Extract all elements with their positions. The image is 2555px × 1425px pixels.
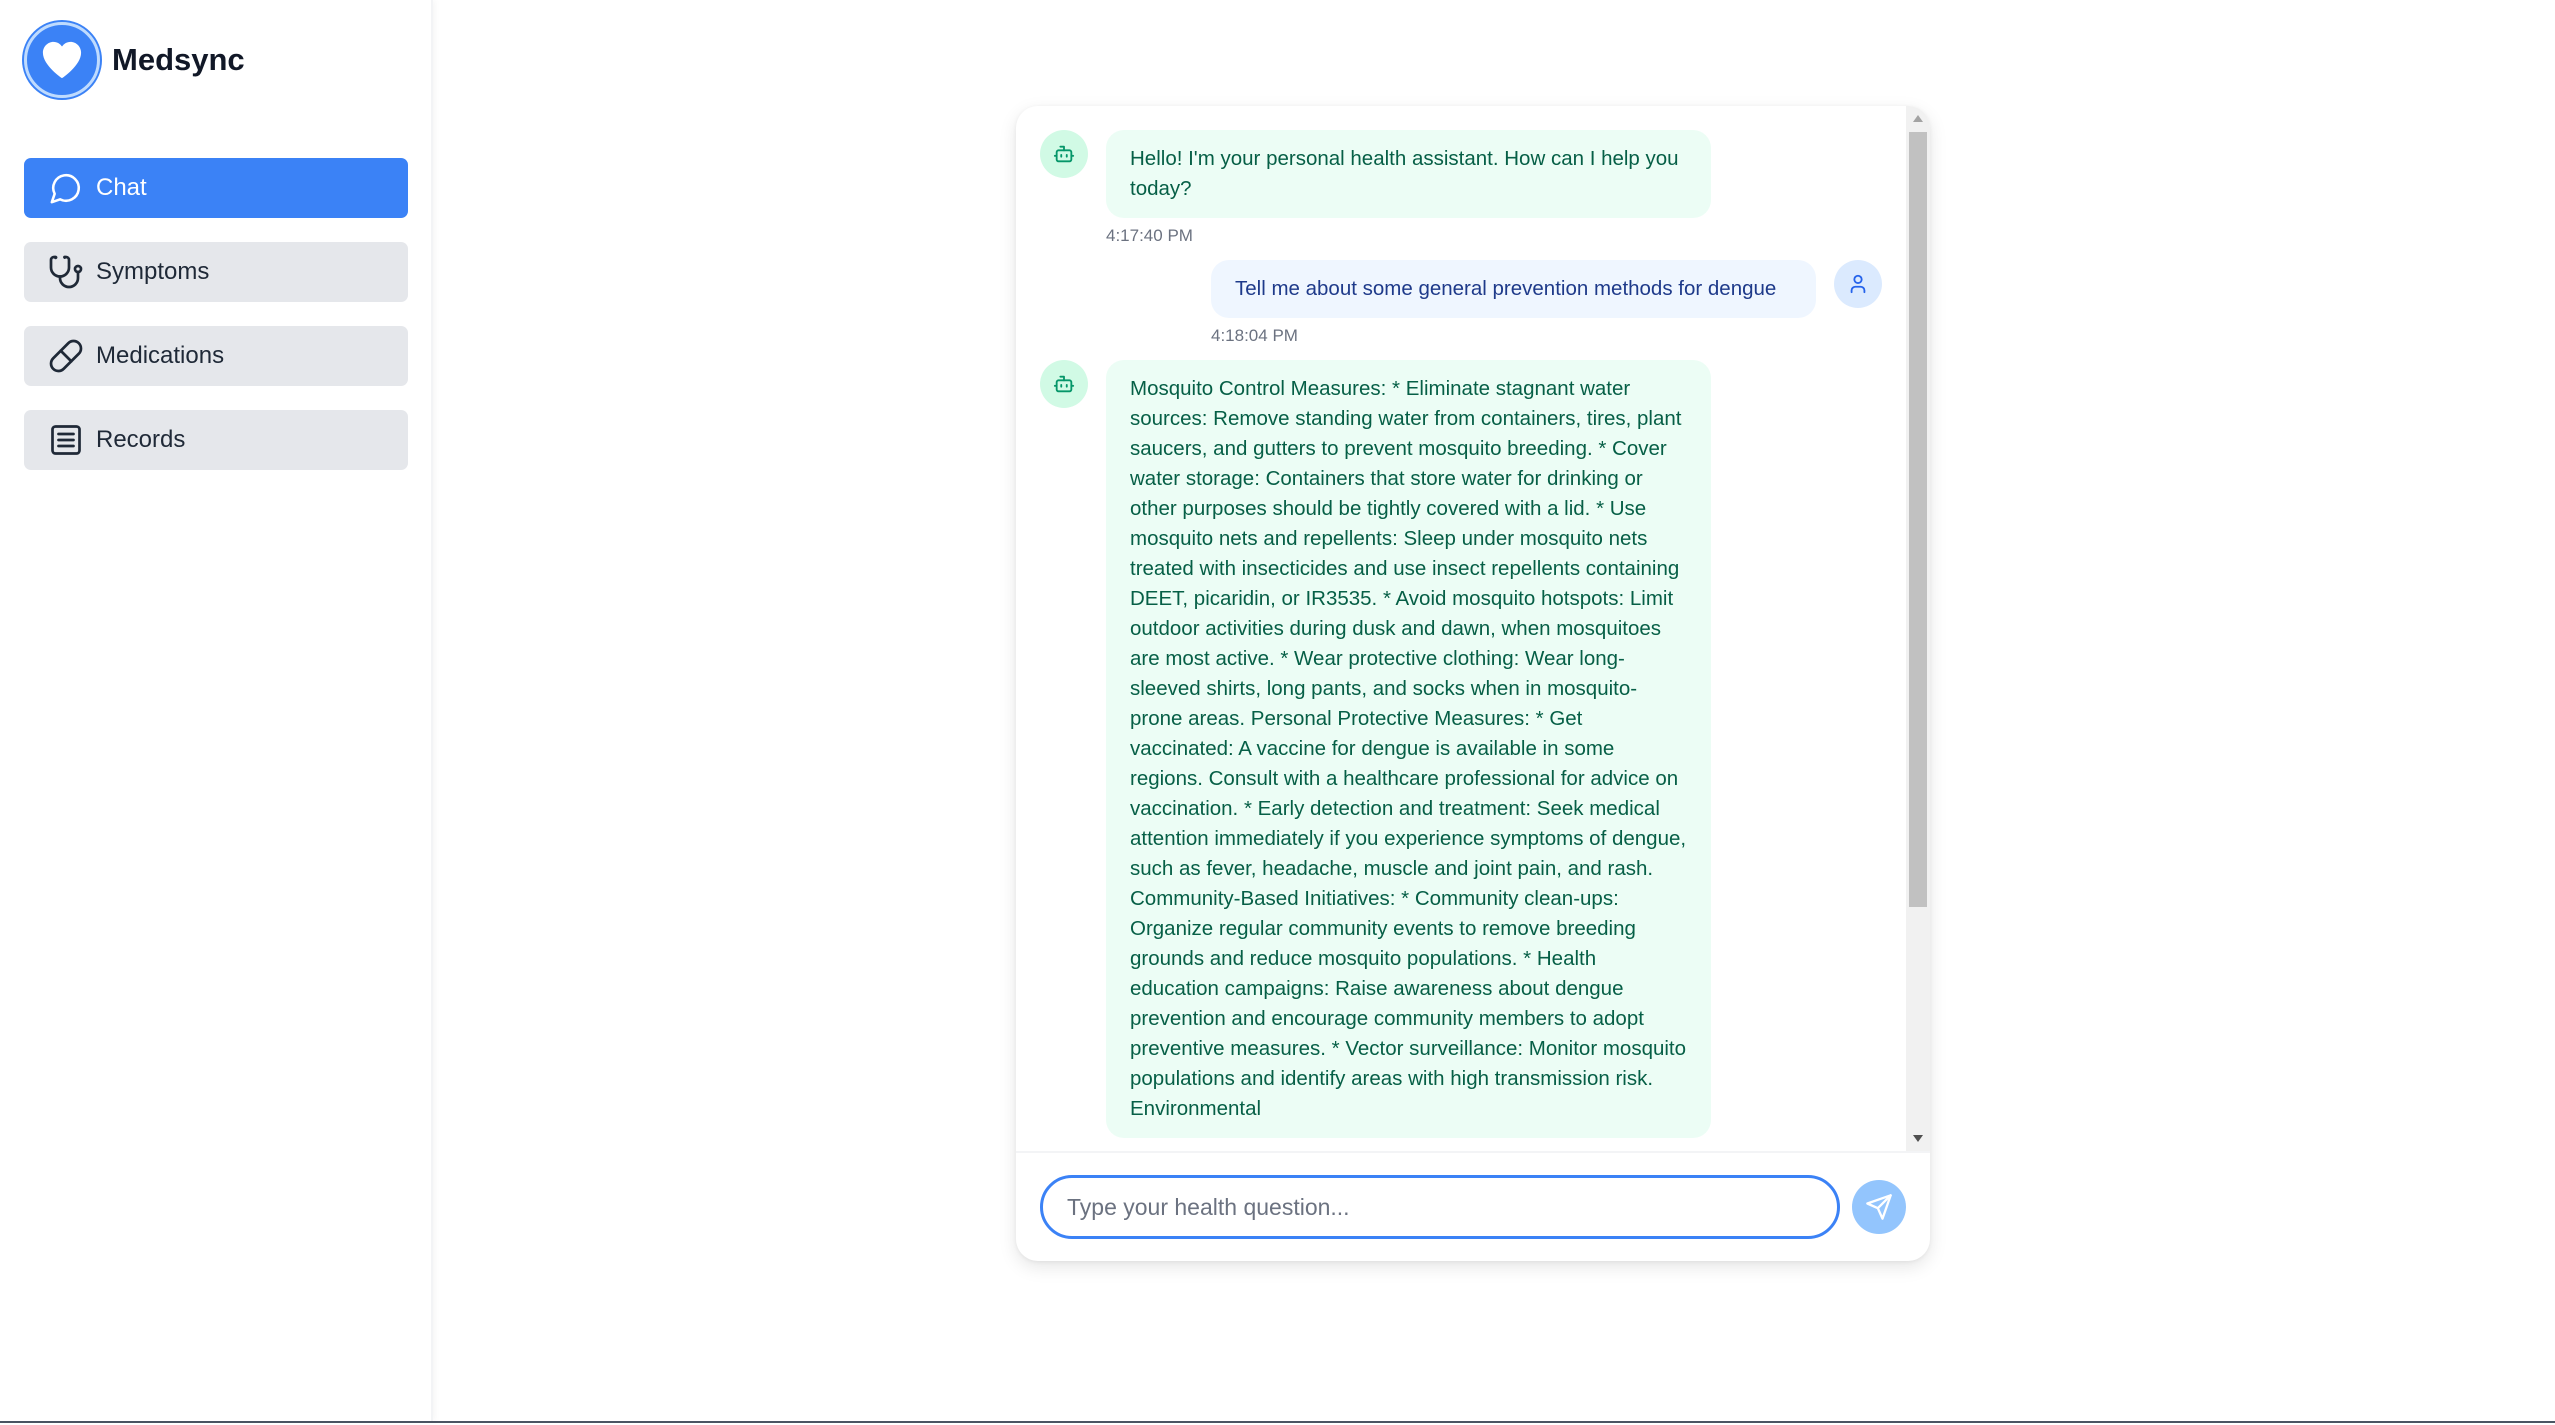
pill-icon	[48, 338, 84, 374]
sidebar-item-label: Chat	[96, 174, 147, 201]
message-list-scrollbar[interactable]	[1906, 106, 1930, 1151]
bot-icon	[1040, 130, 1088, 178]
message-circle-icon	[48, 170, 84, 206]
sidebar-item-label: Symptoms	[96, 258, 210, 285]
sidebar-item-label: Records	[96, 426, 186, 453]
send-button[interactable]	[1852, 1180, 1906, 1234]
user-icon	[1834, 260, 1882, 308]
main-content: Hello! I'm your personal health assistan…	[433, 0, 2555, 1421]
brand: Medsync	[24, 22, 407, 98]
bot-message-bubble: Mosquito Control Measures: * Eliminate s…	[1106, 360, 1711, 1138]
app-root: Medsync Chat Symptoms Medications Record…	[0, 0, 2555, 1423]
sidebar-item-records[interactable]: Records	[24, 410, 408, 470]
chat-input-bar	[1016, 1151, 1930, 1261]
sidebar: Medsync Chat Symptoms Medications Record…	[0, 0, 433, 1421]
message-content: Hello! I'm your personal health assistan…	[1106, 130, 1711, 246]
scrollbar-thumb[interactable]	[1909, 132, 1927, 907]
message-content: Tell me about some general prevention me…	[1211, 260, 1816, 346]
sidebar-item-chat[interactable]: Chat	[24, 158, 408, 218]
stethoscope-icon	[48, 254, 84, 290]
sidebar-nav: Chat Symptoms Medications Records	[24, 158, 408, 470]
scroll-down-arrow-icon[interactable]	[1913, 1135, 1923, 1142]
sidebar-item-label: Medications	[96, 342, 225, 369]
message-row-bot: Mosquito Control Measures: * Eliminate s…	[1040, 360, 1882, 1138]
scroll-up-arrow-icon[interactable]	[1913, 115, 1923, 122]
message-row-user: Tell me about some general prevention me…	[1040, 260, 1882, 346]
send-icon	[1865, 1193, 1893, 1221]
message-list[interactable]: Hello! I'm your personal health assistan…	[1016, 106, 1906, 1151]
message-timestamp: 4:17:40 PM	[1106, 226, 1193, 245]
chat-input[interactable]	[1040, 1175, 1840, 1239]
message-row-bot: Hello! I'm your personal health assistan…	[1040, 130, 1882, 246]
message-timestamp: 4:18:04 PM	[1211, 326, 1298, 345]
document-list-icon	[48, 422, 84, 458]
sidebar-item-symptoms[interactable]: Symptoms	[24, 242, 408, 302]
bot-icon	[1040, 360, 1088, 408]
bot-message-bubble: Hello! I'm your personal health assistan…	[1106, 130, 1711, 218]
brand-name: Medsync	[112, 42, 245, 77]
message-content: Mosquito Control Measures: * Eliminate s…	[1106, 360, 1711, 1138]
user-message-bubble: Tell me about some general prevention me…	[1211, 260, 1816, 318]
chat-panel: Hello! I'm your personal health assistan…	[1016, 106, 1930, 1261]
heart-logo-icon	[24, 22, 100, 98]
sidebar-item-medications[interactable]: Medications	[24, 326, 408, 386]
